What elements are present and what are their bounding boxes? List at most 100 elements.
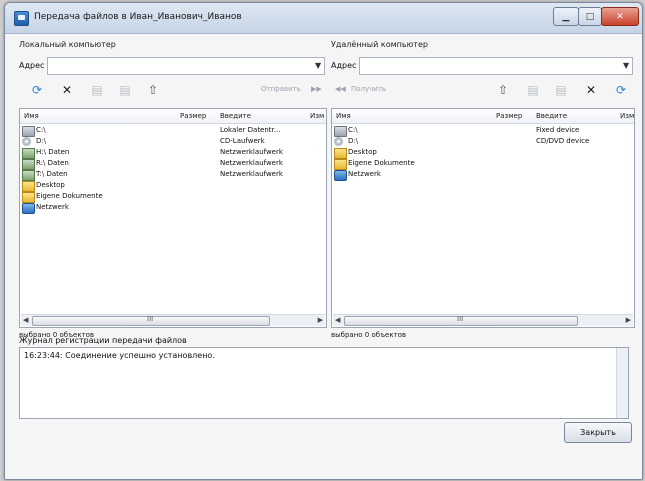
- list-item[interactable]: D:\ CD/DVD device: [332, 136, 634, 147]
- remote-status: выбрано 0 объектов: [331, 331, 407, 339]
- remote-file-list[interactable]: Имя Размер Введите Изм C:\ Fixed device D:…: [331, 108, 635, 328]
- item-name: Desktop: [36, 181, 65, 189]
- local-address-field[interactable]: [47, 57, 325, 75]
- local-address-bar: Адрес ▼: [19, 57, 325, 75]
- column-modified[interactable]: Изм: [310, 112, 324, 120]
- local-column-header: Имя Размер Введите Изм: [20, 109, 326, 124]
- list-item[interactable]: Eigene Dokumente: [332, 158, 634, 170]
- item-name: H:\ Daten: [36, 148, 70, 156]
- column-type[interactable]: Введите: [536, 112, 567, 120]
- folder-up-icon[interactable]: ⇧: [145, 82, 161, 98]
- local-pane-label: Локальный компьютер: [19, 40, 116, 49]
- item-type: CD/DVD device: [536, 137, 590, 145]
- column-name[interactable]: Имя: [24, 112, 39, 120]
- close-button[interactable]: Закрыть: [564, 422, 632, 443]
- chevron-down-icon[interactable]: ▼: [623, 61, 629, 70]
- log-entry: 16:23:44: Соединение успешно установлено…: [24, 351, 215, 360]
- network-icon: [334, 170, 347, 181]
- list-item[interactable]: H:\ Daten Netzwerklaufwerk: [20, 147, 326, 159]
- column-size[interactable]: Размер: [180, 112, 206, 120]
- maximize-icon: □: [585, 11, 595, 22]
- scroll-right-icon[interactable]: ▶: [626, 316, 631, 324]
- item-name: D:\: [36, 137, 47, 145]
- send-button[interactable]: Отправить: [261, 85, 301, 93]
- folder-up-icon[interactable]: ⇧: [495, 82, 511, 98]
- maximize-button[interactable]: □: [578, 7, 602, 26]
- list-item[interactable]: C:\ Lokaler Datentr...: [20, 125, 326, 137]
- scroll-left-icon[interactable]: ◀: [23, 316, 28, 324]
- scroll-grip: III: [457, 315, 464, 323]
- item-name: Eigene Dokumente: [36, 192, 103, 200]
- item-name: C:\: [36, 126, 46, 134]
- cd-drive-icon: [22, 137, 31, 146]
- item-name: C:\: [348, 126, 358, 134]
- item-type: Netzwerklaufwerk: [220, 148, 283, 156]
- item-name: D:\: [348, 137, 359, 145]
- list-item[interactable]: Desktop: [332, 147, 634, 159]
- remote-column-header: Имя Размер Введите Изм: [332, 109, 634, 124]
- item-name: T:\ Daten: [36, 170, 68, 178]
- item-type: CD-Laufwerk: [220, 137, 265, 145]
- item-type: Fixed device: [536, 126, 580, 134]
- item-type: Netzwerklaufwerk: [220, 170, 283, 178]
- refresh-icon[interactable]: ⟳: [29, 82, 45, 98]
- column-name[interactable]: Имя: [336, 112, 351, 120]
- remote-address-label: Адрес: [331, 61, 357, 70]
- local-file-list[interactable]: Имя Размер Введите Изм C:\ Lokaler Datent…: [19, 108, 327, 328]
- title-bar[interactable]: Передача файлов в Иван_Иванович_Иванов ▁…: [5, 3, 642, 34]
- close-window-button[interactable]: ✕: [601, 7, 639, 26]
- list-item[interactable]: Eigene Dokumente: [20, 191, 326, 203]
- remote-pane-label: Удалённый компьютер: [331, 40, 428, 49]
- item-name: Netzwerk: [36, 203, 69, 211]
- list-item[interactable]: R:\ Daten Netzwerklaufwerk: [20, 158, 326, 170]
- file-transfer-window: Передача файлов в Иван_Иванович_Иванов ▁…: [4, 2, 643, 480]
- item-type: Netzwerklaufwerk: [220, 159, 283, 167]
- list-item[interactable]: T:\ Daten Netzwerklaufwerk: [20, 169, 326, 181]
- item-name: Desktop: [348, 148, 377, 156]
- column-type[interactable]: Введите: [220, 112, 251, 120]
- log-box[interactable]: 16:23:44: Соединение успешно установлено…: [19, 347, 629, 419]
- item-name: Eigene Dokumente: [348, 159, 415, 167]
- item-name: R:\ Daten: [36, 159, 69, 167]
- remote-toolbar: ◀◀ Получить ⇧ ▤ ▤ ✕ ⟳: [331, 82, 633, 100]
- remote-horizontal-scrollbar[interactable]: ◀ III ▶: [333, 314, 633, 326]
- local-address-label: Адрес: [19, 61, 45, 70]
- rename-icon[interactable]: ▤: [117, 82, 133, 98]
- column-size[interactable]: Размер: [496, 112, 522, 120]
- local-toolbar: ⟳ ✕ ▤ ▤ ⇧ Отправить ▶▶: [19, 82, 325, 100]
- log-label: Журнал регистрации передачи файлов: [19, 336, 187, 345]
- copy-icon[interactable]: ▤: [89, 82, 105, 98]
- column-modified[interactable]: Изм: [620, 112, 634, 120]
- window-content: Локальный компьютер Адрес ▼ ⟳ ✕ ▤ ▤ ⇧ От…: [5, 34, 642, 479]
- receive-button[interactable]: Получить: [351, 85, 386, 93]
- close-icon: ✕: [616, 11, 624, 22]
- minimize-icon: ▁: [562, 11, 570, 22]
- minimize-button[interactable]: ▁: [553, 7, 579, 26]
- app-icon: [14, 11, 29, 26]
- scroll-right-icon[interactable]: ▶: [318, 316, 323, 324]
- remote-address-bar: Адрес ▼: [331, 57, 633, 75]
- window-title: Передача файлов в Иван_Иванович_Иванов: [34, 12, 242, 22]
- remote-address-field[interactable]: [359, 57, 633, 75]
- send-arrow-icon: ▶▶: [311, 85, 322, 93]
- delete-icon[interactable]: ✕: [583, 82, 599, 98]
- delete-icon[interactable]: ✕: [59, 82, 75, 98]
- scroll-grip: III: [147, 315, 154, 323]
- list-item[interactable]: Desktop: [20, 180, 326, 192]
- copy-icon[interactable]: ▤: [553, 82, 569, 98]
- receive-arrow-icon: ◀◀: [335, 85, 346, 93]
- cd-drive-icon: [334, 137, 343, 146]
- rename-icon[interactable]: ▤: [525, 82, 541, 98]
- item-type: Lokaler Datentr...: [220, 126, 281, 134]
- network-icon: [22, 203, 35, 214]
- scroll-left-icon[interactable]: ◀: [335, 316, 340, 324]
- list-item[interactable]: Netzwerk: [332, 169, 634, 181]
- chevron-down-icon[interactable]: ▼: [315, 61, 321, 70]
- refresh-icon[interactable]: ⟳: [613, 82, 629, 98]
- item-name: Netzwerk: [348, 170, 381, 178]
- log-vertical-scrollbar[interactable]: [616, 348, 628, 418]
- local-horizontal-scrollbar[interactable]: ◀ III ▶: [21, 314, 325, 326]
- list-item[interactable]: C:\ Fixed device: [332, 125, 634, 137]
- list-item[interactable]: Netzwerk: [20, 202, 326, 214]
- list-item[interactable]: D:\ CD-Laufwerk: [20, 136, 326, 147]
